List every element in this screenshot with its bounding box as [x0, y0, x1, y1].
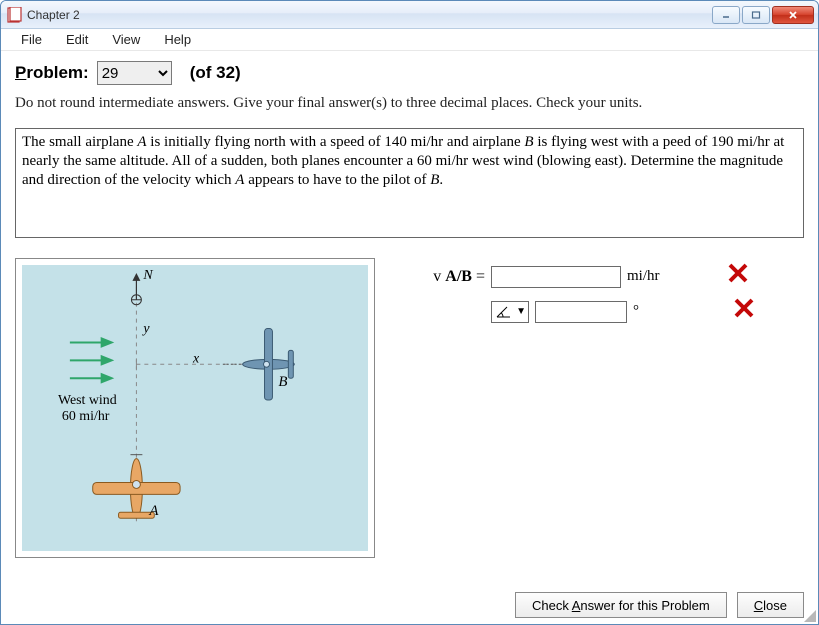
- diagram: N y x West wind 60 mi/hr: [22, 265, 368, 551]
- problem-selector-row: Problem: 29 (of 32): [15, 61, 804, 85]
- magnitude-input[interactable]: [491, 266, 621, 288]
- problem-statement: The small airplane A is initially flying…: [15, 128, 804, 238]
- maximize-button[interactable]: [742, 6, 770, 24]
- footer: Check Answer for this Problem Close: [1, 586, 818, 624]
- svg-text:A: A: [148, 503, 159, 519]
- menu-view[interactable]: View: [100, 30, 152, 49]
- svg-text:x: x: [192, 351, 200, 366]
- svg-text:B: B: [278, 374, 287, 390]
- menu-edit[interactable]: Edit: [54, 30, 100, 49]
- angle-input[interactable]: [535, 301, 627, 323]
- svg-text:y: y: [141, 322, 150, 337]
- angle-reference-select[interactable]: ▼: [491, 301, 529, 323]
- angle-unit: °: [633, 303, 677, 320]
- window-controls: [712, 6, 814, 24]
- answer-row-magnitude: v A/B = mi/hr: [395, 262, 804, 291]
- work-area: N y x West wind 60 mi/hr: [15, 258, 804, 576]
- svg-text:N: N: [142, 268, 153, 283]
- diagram-container: N y x West wind 60 mi/hr: [15, 258, 375, 558]
- status-x-icon: [725, 262, 751, 291]
- magnitude-unit: mi/hr: [627, 268, 671, 285]
- menu-file[interactable]: File: [9, 30, 54, 49]
- menu-help[interactable]: Help: [152, 30, 203, 49]
- problem-number-select[interactable]: 29: [97, 61, 172, 85]
- svg-text:West wind: West wind: [58, 393, 117, 408]
- minimize-button[interactable]: [712, 6, 740, 24]
- check-answer-button[interactable]: Check Answer for this Problem: [515, 592, 727, 618]
- svg-text:60 mi/hr: 60 mi/hr: [62, 409, 110, 424]
- resize-grip[interactable]: [802, 608, 816, 622]
- content-area: Problem: 29 (of 32) Do not round interme…: [1, 51, 818, 586]
- close-button[interactable]: [772, 6, 814, 24]
- app-window: Chapter 2 File Edit View Help Problem: 2…: [0, 0, 819, 625]
- problem-total: (of 32): [190, 63, 241, 83]
- close-dialog-button[interactable]: Close: [737, 592, 804, 618]
- problem-label: Problem:: [15, 63, 89, 83]
- instructions-text: Do not round intermediate answers. Give …: [15, 95, 804, 112]
- status-x-icon: [731, 297, 757, 326]
- answer-row-angle: ▼ °: [395, 297, 804, 326]
- app-icon: [7, 7, 23, 23]
- menubar: File Edit View Help: [1, 29, 818, 51]
- answer-panel: v A/B = mi/hr: [395, 258, 804, 576]
- window-title: Chapter 2: [27, 8, 712, 22]
- answer-label-vab: v A/B =: [395, 268, 485, 286]
- titlebar: Chapter 2: [1, 1, 818, 29]
